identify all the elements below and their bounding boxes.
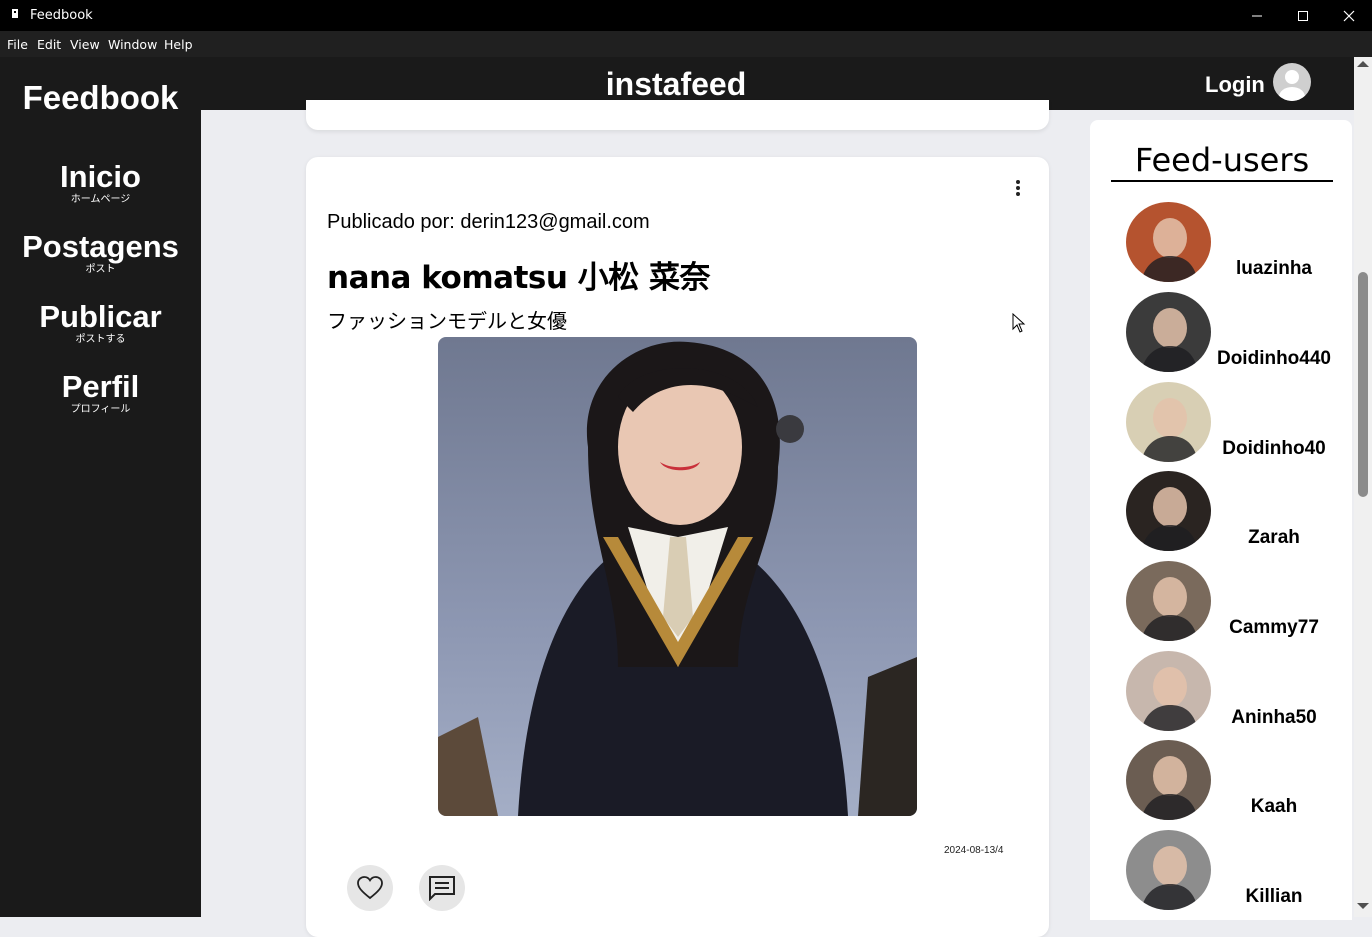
user-name[interactable]: Zarah xyxy=(1211,527,1337,549)
user-name[interactable]: Killian xyxy=(1211,886,1337,908)
post-photo xyxy=(438,337,917,816)
user-item[interactable]: Cammy77 xyxy=(1126,561,1352,641)
user-item[interactable]: Zarah xyxy=(1126,471,1352,551)
user-name[interactable]: Doidinho440 xyxy=(1211,348,1337,370)
user-item[interactable]: Kaah xyxy=(1126,740,1352,820)
maximize-button[interactable] xyxy=(1280,0,1326,31)
nav-item-publicar[interactable]: Publicar ポストする xyxy=(0,299,201,346)
menu-bar: File Edit View Window Help xyxy=(0,31,1372,57)
nav-item-postagens[interactable]: Postagens ポスト xyxy=(0,229,201,276)
user-name[interactable]: Doidinho40 xyxy=(1211,438,1337,460)
comment-button[interactable] xyxy=(419,865,465,911)
minimize-icon xyxy=(1252,15,1262,16)
maximize-icon xyxy=(1298,10,1308,21)
nav-sublabel: プロフィール xyxy=(70,404,131,415)
user-name[interactable]: Cammy77 xyxy=(1211,617,1337,639)
user-avatar-icon[interactable] xyxy=(1273,63,1311,101)
nav-item-perfil[interactable]: Perfil プロフィール xyxy=(0,369,201,416)
post-description: ファッションモデルと女優 xyxy=(327,309,567,333)
user-item[interactable]: Doidinho440 xyxy=(1126,292,1352,372)
user-name[interactable]: Aninha50 xyxy=(1211,707,1337,729)
nav-sublabel: ホームページ xyxy=(70,194,131,205)
menu-window[interactable]: Window xyxy=(108,37,157,52)
window-titlebar: Feedbook xyxy=(0,0,1372,31)
comment-icon xyxy=(429,876,455,901)
nav-label: Publicar xyxy=(39,299,162,334)
menu-view[interactable]: View xyxy=(70,37,100,52)
scroll-up-arrow-icon[interactable] xyxy=(1357,61,1369,67)
post-image xyxy=(438,337,917,816)
like-button[interactable] xyxy=(347,865,393,911)
nav-sublabel: ポストする xyxy=(75,334,126,345)
user-avatar[interactable] xyxy=(1126,202,1211,282)
user-avatar[interactable] xyxy=(1126,382,1211,462)
previous-post-card xyxy=(306,100,1049,130)
heart-icon xyxy=(357,876,383,900)
user-avatar[interactable] xyxy=(1126,471,1211,551)
user-avatar[interactable] xyxy=(1126,292,1211,372)
user-avatar[interactable] xyxy=(1126,651,1211,731)
login-link[interactable]: Login xyxy=(1205,72,1265,98)
user-item[interactable]: Doidinho40 xyxy=(1126,382,1352,462)
user-avatar[interactable] xyxy=(1126,561,1211,641)
nav-label: Perfil xyxy=(61,369,140,404)
users-panel-title: Feed-users xyxy=(1111,140,1333,182)
scroll-thumb[interactable] xyxy=(1358,272,1368,497)
post-title: nana komatsu 小松 菜奈 xyxy=(327,260,711,296)
post-card: Publicado por: derin123@gmail.com nana k… xyxy=(306,157,1049,937)
close-button[interactable] xyxy=(1326,0,1372,31)
post-date: 2024-08-13/4 xyxy=(944,845,1004,856)
user-name[interactable]: Kaah xyxy=(1211,796,1337,818)
brand-logo[interactable]: Feedbook xyxy=(0,79,201,117)
close-icon xyxy=(1343,10,1355,21)
vertical-scrollbar[interactable] xyxy=(1354,57,1372,917)
more-options-icon[interactable] xyxy=(1010,180,1026,198)
window-title: Feedbook xyxy=(30,8,93,23)
user-item[interactable]: Aninha50 xyxy=(1126,651,1352,731)
nav-label: Inicio xyxy=(60,159,141,194)
minimize-button[interactable] xyxy=(1234,0,1280,31)
page-title: instafeed xyxy=(605,66,747,102)
person-icon xyxy=(1279,70,1305,101)
mouse-cursor-icon xyxy=(1012,313,1026,333)
nav-label: Postagens xyxy=(22,229,179,264)
user-item[interactable]: Killian xyxy=(1126,830,1352,910)
nav-item-inicio[interactable]: Inicio ホームページ xyxy=(0,159,201,206)
menu-file[interactable]: File xyxy=(7,37,28,52)
feed-users-panel: Feed-users luazinha Doidinho440 Doidinho40… xyxy=(1090,120,1352,920)
scroll-down-arrow-icon[interactable] xyxy=(1357,903,1369,909)
app-icon xyxy=(12,9,18,18)
user-name[interactable]: luazinha xyxy=(1211,258,1337,280)
menu-edit[interactable]: Edit xyxy=(37,37,61,52)
menu-help[interactable]: Help xyxy=(164,37,193,52)
user-avatar[interactable] xyxy=(1126,830,1211,910)
user-avatar[interactable] xyxy=(1126,740,1211,820)
user-item[interactable]: luazinha xyxy=(1126,202,1352,282)
sidebar: Feedbook Inicio ホームページ Postagens ポスト Pub… xyxy=(0,57,201,917)
post-author: Publicado por: derin123@gmail.com xyxy=(327,211,650,233)
nav-sublabel: ポスト xyxy=(85,264,116,275)
